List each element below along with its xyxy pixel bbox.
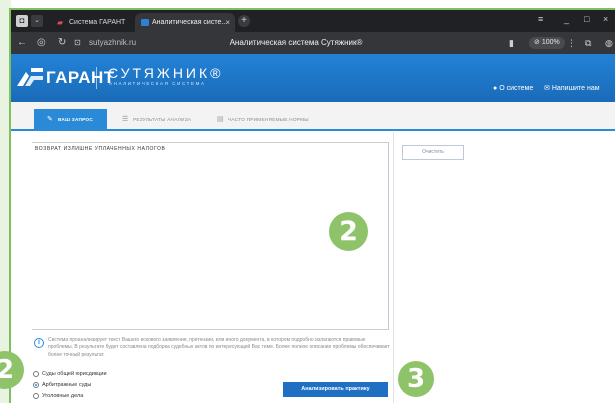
zoom-level[interactable]: ⊘ 100%	[529, 37, 565, 49]
radio-arbitration-courts[interactable]: Арбитражные суды	[33, 381, 91, 389]
list-icon: ☰	[122, 116, 129, 123]
more-options-icon[interactable]: ⋮	[567, 36, 576, 50]
tab-label: ЧАСТО ПРИМЕНЯЕМЫЕ НОРМЫ	[228, 118, 309, 123]
browser-tab-label: Система ГАРАНТ	[69, 19, 126, 26]
document-icon: ▤	[217, 116, 224, 123]
browser-menu-lines-icon[interactable]: ≡	[538, 14, 543, 24]
page-tabs: ✎ ВАШ ЗАПРОС ☰ РЕЗУЛЬТАТЫ АНАЛИЗА ▤ ЧАСТО П…	[11, 102, 615, 131]
radio-button-selected[interactable]	[33, 382, 39, 388]
garant-favicon-icon: ▰	[57, 18, 64, 27]
info-circle-icon: i	[34, 338, 44, 348]
step-badge-2: 2	[329, 212, 368, 251]
clear-button[interactable]: Очистить	[402, 145, 464, 160]
radio-button[interactable]	[33, 393, 39, 399]
query-panel: ВОЗВРАТ ИЗЛИШНЕ УПЛАЧЕННЫХ НАЛОГОВ Очист…	[11, 132, 615, 403]
browser-tab-garant[interactable]: ▰ Система ГАРАНТ	[49, 13, 133, 32]
product-subtitle: АНАЛИТИЧЕСКАЯ СИСТЕМА	[109, 81, 206, 86]
right-column-divider	[393, 132, 394, 403]
radio-button[interactable]	[33, 371, 39, 377]
edit-icon: ✎	[47, 116, 54, 123]
close-window-icon[interactable]: ×	[603, 14, 608, 24]
site-header: ГАРАНТ СУТЯЖНИК® АНАЛИТИЧЕСКАЯ СИСТЕМА ●…	[11, 54, 615, 102]
tab-label: РЕЗУЛЬТАТЫ АНАЛИЗА	[133, 118, 192, 123]
info-text: Система проанализирует текст Вашего иско…	[48, 337, 390, 358]
analyze-practice-button[interactable]: Анализировать практику	[283, 382, 388, 397]
reload-icon[interactable]: ↻	[58, 36, 66, 50]
query-text: ВОЗВРАТ ИЗЛИШНЕ УПЛАЧЕННЫХ НАЛОГОВ	[35, 146, 166, 152]
sutyazhnik-favicon-icon	[141, 19, 149, 26]
brand-name: ГАРАНТ	[46, 68, 115, 87]
back-arrow-icon[interactable]: ←	[17, 36, 27, 50]
tab-your-query[interactable]: ✎ ВАШ ЗАПРОС	[34, 109, 107, 131]
product-name: СУТЯЖНИК®	[108, 65, 224, 81]
tab-frequent-norms[interactable]: ▤ ЧАСТО ПРИМЕНЯЕМЫЕ НОРМЫ	[217, 109, 309, 131]
radio-label: Уголовные дела	[42, 393, 84, 399]
write-to-us-label: Напишите нам	[551, 85, 600, 92]
bookmark-icon[interactable]: ▮	[509, 36, 514, 50]
about-system-label: О системе	[499, 85, 534, 92]
tab-list-chevron-icon[interactable]: ⌄	[31, 15, 43, 27]
url-field[interactable]: sutyazhnik.ru	[89, 36, 136, 50]
step-badge-3: 3	[398, 361, 434, 397]
tab-label: ВАШ ЗАПРОС	[58, 118, 94, 123]
radio-criminal-cases[interactable]: Уголовные дела	[33, 392, 83, 400]
zoom-icon: ⊘	[534, 39, 542, 46]
new-tab-button[interactable]: +	[238, 15, 250, 27]
shield-icon[interactable]: ◎	[37, 36, 46, 50]
garant-logo-icon	[17, 68, 43, 86]
close-tab-icon[interactable]: ×	[225, 13, 230, 32]
browser-menu-icon[interactable]: ◘	[16, 15, 28, 27]
minimize-window-icon[interactable]: _	[564, 14, 569, 24]
site-lock-icon: ⊡	[74, 38, 81, 47]
write-to-us-link[interactable]: ✉ Напишите нам	[544, 84, 600, 93]
extensions-icon[interactable]: ⧉	[585, 36, 591, 50]
about-system-link[interactable]: ● О системе	[493, 84, 533, 93]
logo-divider	[96, 67, 97, 89]
radio-general-courts[interactable]: Суды общей юрисдикции	[33, 370, 107, 378]
browser-tab-label: Аналитическая систе...	[152, 19, 228, 26]
browser-window: ◘ ⌄ ▰ Система ГАРАНТ Аналитическая систе…	[11, 10, 615, 403]
browser-address-bar: ← ◎ ↻ ⊡ sutyazhnik.ru Аналитическая сист…	[11, 32, 615, 54]
profile-icon[interactable]: ◍	[605, 36, 613, 50]
info-icon: ●	[493, 85, 498, 92]
browser-tab-bar: ◘ ⌄ ▰ Система ГАРАНТ Аналитическая систе…	[11, 10, 615, 32]
frame-left-border	[0, 0, 11, 403]
radio-label: Арбитражные суды	[42, 382, 92, 388]
page-title: Аналитическая система Сутяжник®	[229, 38, 363, 47]
browser-tab-sutyazhnik[interactable]: Аналитическая систе... ×	[135, 13, 235, 32]
tab-analysis-results[interactable]: ☰ РЕЗУЛЬТАТЫ АНАЛИЗА	[122, 109, 191, 131]
maximize-window-icon[interactable]: □	[584, 14, 589, 24]
mail-icon: ✉	[544, 85, 550, 92]
zoom-label: 100%	[541, 39, 560, 46]
radio-label: Суды общей юрисдикции	[42, 371, 107, 377]
